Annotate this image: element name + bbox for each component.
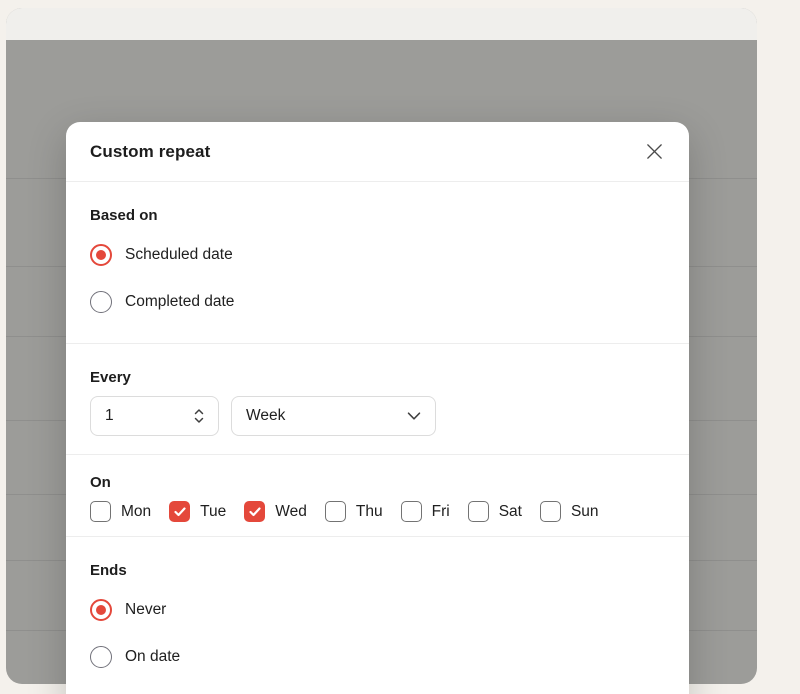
checkbox-icon[interactable] xyxy=(468,501,489,522)
checkbox-icon[interactable] xyxy=(244,501,265,522)
day-label: Thu xyxy=(356,503,383,521)
section-label-every: Every xyxy=(90,369,665,386)
section-label-ends: Ends xyxy=(90,562,665,579)
close-icon xyxy=(645,142,664,161)
day-checkbox-sun[interactable]: Sun xyxy=(540,501,599,522)
ends-options: Never On date xyxy=(90,586,665,680)
checkbox-icon[interactable] xyxy=(401,501,422,522)
section-on: On Mon Tue We xyxy=(66,455,689,537)
day-label: Wed xyxy=(275,503,307,521)
radio-label: On date xyxy=(125,648,180,666)
checkbox-icon[interactable] xyxy=(540,501,561,522)
radio-label: Completed date xyxy=(125,293,234,311)
section-label-on: On xyxy=(90,474,665,491)
day-checkbox-wed[interactable]: Wed xyxy=(244,501,307,522)
interval-stepper[interactable] xyxy=(90,396,219,436)
day-label: Mon xyxy=(121,503,151,521)
section-based-on: Based on Scheduled date Completed date xyxy=(66,182,689,344)
radio-icon[interactable] xyxy=(90,244,112,266)
day-label: Fri xyxy=(432,503,450,521)
radio-icon[interactable] xyxy=(90,599,112,621)
checkbox-icon[interactable] xyxy=(325,501,346,522)
stepper-up-down-icon[interactable] xyxy=(193,407,205,425)
checkbox-icon[interactable] xyxy=(90,501,111,522)
custom-repeat-dialog: Custom repeat Based on Scheduled date Co xyxy=(66,122,689,694)
radio-label: Never xyxy=(125,601,166,619)
section-label-based-on: Based on xyxy=(90,207,665,224)
checkmark-icon xyxy=(249,507,261,517)
checkbox-icon[interactable] xyxy=(169,501,190,522)
day-checkbox-fri[interactable]: Fri xyxy=(401,501,450,522)
unit-select-value: Week xyxy=(246,407,285,425)
chevron-down-icon xyxy=(407,412,421,420)
day-label: Sat xyxy=(499,503,522,521)
radio-option-scheduled-date[interactable]: Scheduled date xyxy=(90,231,665,278)
radio-icon[interactable] xyxy=(90,291,112,313)
section-every: Every Week xyxy=(66,344,689,455)
day-checkbox-sat[interactable]: Sat xyxy=(468,501,522,522)
radio-option-never[interactable]: Never xyxy=(90,586,665,633)
radio-option-completed-date[interactable]: Completed date xyxy=(90,278,665,325)
day-label: Tue xyxy=(200,503,226,521)
dialog-title: Custom repeat xyxy=(90,142,210,162)
day-checkbox-thu[interactable]: Thu xyxy=(325,501,383,522)
close-button[interactable] xyxy=(641,139,667,165)
unit-select[interactable]: Week xyxy=(231,396,436,436)
every-controls: Week xyxy=(90,396,665,436)
section-ends: Ends Never On date xyxy=(66,537,689,694)
day-checkbox-tue[interactable]: Tue xyxy=(169,501,226,522)
app-toolbar xyxy=(6,8,757,40)
day-label: Sun xyxy=(571,503,599,521)
based-on-options: Scheduled date Completed date xyxy=(90,231,665,325)
radio-option-on-date[interactable]: On date xyxy=(90,633,665,680)
screen: Custom repeat Based on Scheduled date Co xyxy=(0,0,800,694)
radio-label: Scheduled date xyxy=(125,246,233,264)
radio-dot xyxy=(96,250,106,260)
radio-icon[interactable] xyxy=(90,646,112,668)
dialog-header: Custom repeat xyxy=(66,122,689,182)
weekday-checkboxes: Mon Tue Wed xyxy=(90,501,665,522)
radio-dot xyxy=(96,605,106,615)
day-checkbox-mon[interactable]: Mon xyxy=(90,501,151,522)
interval-input[interactable] xyxy=(93,407,163,425)
checkmark-icon xyxy=(174,507,186,517)
